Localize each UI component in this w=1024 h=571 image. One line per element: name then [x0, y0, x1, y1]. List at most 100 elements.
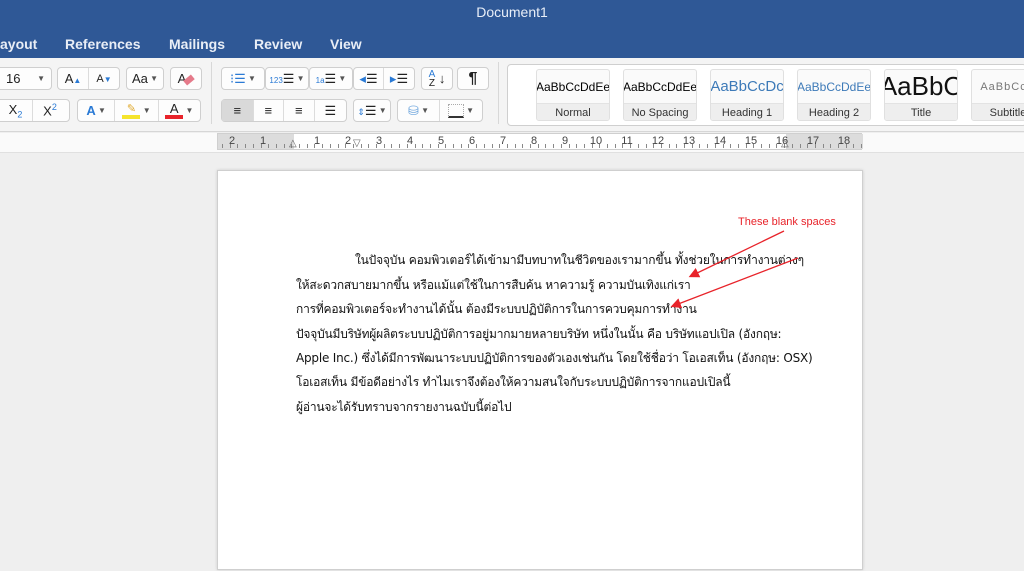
document-page[interactable]: ในปัจจุบัน คอมพิวเตอร์ได้เข้ามามีบทบาทใน… [217, 170, 863, 570]
style-subtitle[interactable]: AaBbCcD Subtitle [971, 69, 1024, 121]
paragraph-line: โอเอสเท็น มีข้อดีอย่างไร ทำไมเราจึงต้องใ… [296, 375, 731, 389]
decrease-indent-icon: ◂☰ [359, 70, 378, 86]
right-indent-marker[interactable]: △ [781, 138, 789, 149]
sort-icon: AZ [428, 68, 436, 89]
chevron-down-icon: ▼ [147, 74, 159, 83]
bullets-button[interactable]: ⁝☰ ▼ [221, 67, 265, 90]
align-center-button[interactable]: ≡ [254, 100, 285, 121]
text-effects-group: A ▼ ✎ ▼ A ▼ [77, 99, 201, 122]
first-line-indent-marker[interactable]: ▽ [353, 138, 361, 149]
ruler-number: 8 [530, 135, 538, 147]
style-title[interactable]: AaBbC Title [884, 69, 958, 121]
style-normal[interactable]: AaBbCcDdEe Normal [536, 69, 610, 121]
tab-view[interactable]: View [330, 36, 362, 52]
style-no-spacing[interactable]: AaBbCcDdEe No Spacing [623, 69, 697, 121]
tab-references[interactable]: References [65, 36, 141, 52]
style-label: Heading 2 [798, 103, 870, 120]
style-heading-2[interactable]: AaBbCcDdEe Heading 2 [797, 69, 871, 121]
ruler-tick [445, 144, 447, 148]
numbering-button[interactable]: 123☰ ▼ [265, 67, 309, 90]
ruler-tick [591, 144, 593, 148]
ruler-number: 17 [806, 135, 820, 147]
line-spacing-button[interactable]: ⇕☰ ▼ [353, 99, 391, 122]
style-label: No Spacing [624, 103, 696, 120]
subscript-button[interactable]: X2 [0, 100, 33, 121]
justify-icon: ☰ [324, 102, 337, 118]
grow-font-button[interactable]: A▲ [58, 68, 89, 89]
ruler-tick [830, 144, 832, 148]
ruler-tick [514, 144, 516, 148]
ruler-tick [660, 144, 662, 148]
borders-button[interactable]: ▼ [440, 100, 482, 121]
show-formatting-button[interactable]: ¶ [457, 67, 489, 90]
highlight-button[interactable]: ✎ ▼ [115, 100, 159, 121]
ruler-number: 4 [406, 135, 414, 147]
style-sample: AaBbCcDdEe [798, 79, 870, 94]
superscript-button[interactable]: X2 [33, 100, 67, 121]
multilevel-list-button[interactable]: 1a☰ ▼ [309, 67, 353, 90]
ruler-tick [537, 144, 539, 148]
ruler-tick [861, 144, 863, 148]
font-size-value: 16 [6, 71, 21, 86]
shrink-font-button[interactable]: A▼ [89, 68, 119, 89]
ruler-tick [468, 144, 470, 148]
text-effects-icon: A [86, 103, 96, 118]
align-right-icon: ≡ [294, 103, 303, 118]
superscript-icon: X2 [43, 102, 57, 119]
chevron-down-icon: ▼ [37, 74, 45, 83]
style-label: Title [885, 103, 957, 120]
chevron-down-icon: ▼ [376, 106, 387, 115]
font-color-button[interactable]: A ▼ [159, 100, 200, 121]
ruler-tick [730, 144, 732, 148]
ruler-tick [553, 144, 555, 148]
ruler-tick [699, 144, 701, 148]
decrease-indent-button[interactable]: ◂☰ [354, 68, 385, 89]
change-case-button[interactable]: Aa ▼ [126, 67, 164, 90]
ruler-tick [460, 144, 462, 148]
increase-indent-button[interactable]: ▸☰ [384, 68, 414, 89]
chevron-down-icon: ▼ [95, 106, 106, 115]
paragraph-line: ปัจจุบันมีบริษัทผู้ผลิตระบบปฏิบัติการอยู… [296, 327, 782, 341]
numbered-list-icon: 123☰ [269, 70, 295, 86]
borders-icon [447, 103, 464, 118]
ruler-tick [722, 144, 724, 148]
ruler-tick [306, 144, 308, 148]
tab-mailings[interactable]: Mailings [169, 36, 225, 52]
style-heading-1[interactable]: AaBbCcDc Heading 1 [710, 69, 784, 121]
ruler-tick [761, 144, 762, 148]
ruler-tick [345, 144, 347, 148]
ruler-tick [283, 144, 285, 148]
ruler-tick [630, 144, 632, 148]
subscript-icon: X2 [8, 101, 23, 120]
ruler-tick [838, 144, 839, 148]
line-spacing-icon: ⇕☰ [357, 102, 377, 118]
style-sample: AaBbCcD [980, 80, 1024, 93]
tab-layout[interactable]: ayout [0, 36, 37, 52]
clear-formatting-button[interactable]: A [170, 67, 202, 90]
ruler-tick [714, 144, 716, 148]
font-size-combobox[interactable]: 16 ▼ [0, 67, 52, 90]
right-margin-area [786, 134, 863, 149]
style-sample: AaBbCcDc [711, 78, 783, 95]
style-label: Subtitle [972, 103, 1024, 120]
ruler-tick [568, 144, 570, 148]
align-left-button[interactable]: ≡ [222, 100, 254, 121]
align-center-icon: ≡ [264, 103, 273, 118]
ruler-tick [560, 144, 562, 148]
ruler-tick [768, 144, 770, 148]
tab-review[interactable]: Review [254, 36, 302, 52]
shading-button[interactable]: ⛁ ▼ [398, 100, 441, 121]
sort-button[interactable]: AZ ↓ [421, 67, 453, 90]
ruler-tick [576, 144, 578, 148]
ruler-tick [337, 144, 339, 148]
align-right-button[interactable]: ≡ [284, 100, 315, 121]
justify-button[interactable]: ☰ [315, 100, 346, 121]
ruler-tick [753, 144, 755, 148]
font-size-group: A▲ A▼ [57, 67, 120, 90]
left-indent-marker[interactable]: △ [289, 138, 297, 149]
text-effects-button[interactable]: A ▼ [78, 100, 116, 121]
horizontal-ruler[interactable]: 2 1 1 2 3 4 5 6 7 8 9 10 11 12 13 14 15 16 17 18 △ ▽ △ [217, 133, 863, 150]
ruler-tick [275, 144, 277, 148]
align-left-icon: ≡ [233, 103, 242, 118]
ruler-bar: 2 1 1 2 3 4 5 6 7 8 9 10 11 12 13 14 15 16 17 18 △ ▽ △ [0, 133, 1024, 153]
